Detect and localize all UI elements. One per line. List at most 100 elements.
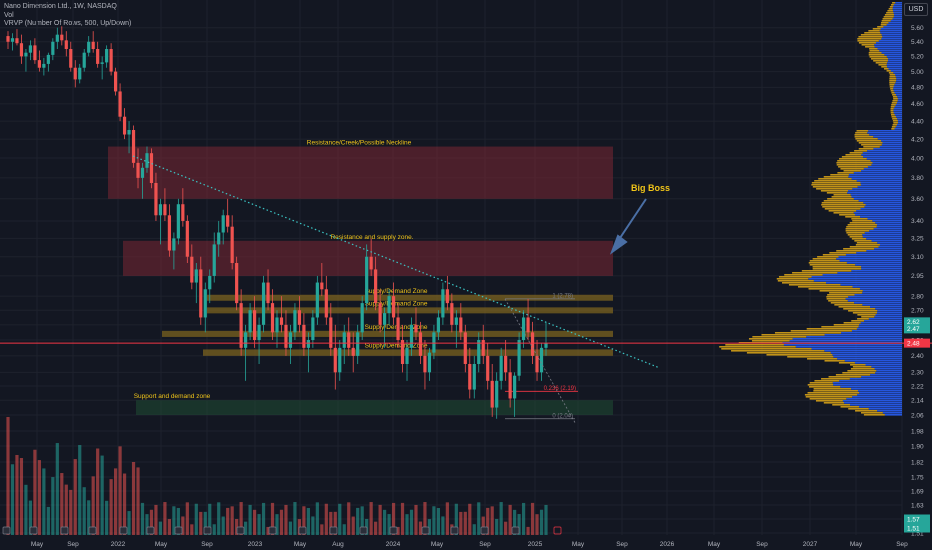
vp-down-bar <box>830 174 849 176</box>
vp-down-bar <box>852 366 872 368</box>
candle-body <box>495 380 499 408</box>
candles <box>6 26 548 419</box>
earnings-marker[interactable] <box>203 526 212 535</box>
volume-bar <box>37 460 41 535</box>
x-tick-label: Sep <box>756 541 768 548</box>
vp-down-bar <box>854 240 872 242</box>
x-tick-label: May <box>31 541 44 548</box>
earnings-marker[interactable] <box>268 526 277 535</box>
candle-body <box>230 226 234 264</box>
vp-down-bar <box>814 380 840 382</box>
y-tick-label: 1.75 <box>911 474 924 481</box>
candle-body <box>248 310 252 333</box>
zone-rect[interactable] <box>162 330 613 337</box>
earnings-marker[interactable] <box>329 526 338 535</box>
vp-up-bar <box>866 158 902 160</box>
x-tick-label: 2025 <box>528 541 543 548</box>
volume-tag-text: 1.51 <box>907 525 920 532</box>
vp-down-bar <box>890 106 895 108</box>
vp-up-bar <box>853 172 902 174</box>
earnings-marker[interactable] <box>29 526 38 535</box>
vp-up-bar <box>857 394 902 396</box>
earnings-marker[interactable] <box>450 526 459 535</box>
vp-down-bar <box>808 288 860 290</box>
earnings-marker[interactable] <box>480 526 489 535</box>
earnings-marker[interactable] <box>421 526 430 535</box>
earnings-marker[interactable] <box>174 526 183 535</box>
x-tick-label: 2024 <box>386 541 401 548</box>
y-tick-label: 2.06 <box>911 412 924 419</box>
vp-down-bar <box>827 198 854 200</box>
volume-bar <box>60 473 64 535</box>
candle-body <box>504 355 508 373</box>
vp-down-bar <box>777 280 814 282</box>
vp-up-bar <box>867 150 902 152</box>
vp-down-bar <box>822 206 865 208</box>
vp-down-bar <box>871 58 889 60</box>
vp-up-bar <box>874 368 902 370</box>
earnings-marker[interactable] <box>146 526 155 535</box>
vp-down-bar <box>850 368 875 370</box>
candle-body <box>535 355 539 373</box>
vp-down-bar <box>834 304 863 306</box>
vp-down-bar <box>882 18 893 20</box>
vp-up-bar <box>887 66 902 68</box>
vp-down-bar <box>849 152 863 154</box>
y-tick-label: 2.14 <box>911 398 924 405</box>
zone-rect[interactable] <box>136 400 613 415</box>
volume-bar <box>261 502 266 535</box>
time-axis[interactable]: May Sep 2022 May Sep 2023 May Aug 2024 May Sep 2025… <box>31 541 908 548</box>
vp-up-bar <box>852 188 902 190</box>
earnings-marker[interactable] <box>236 526 245 535</box>
y-tick-label: 1.82 <box>911 459 924 466</box>
candle-body <box>347 332 351 348</box>
vp-up-bar <box>863 168 902 170</box>
vp-down-bar <box>888 8 893 10</box>
volume-bar <box>504 521 508 535</box>
candle-body <box>131 129 136 163</box>
candle-body <box>369 256 373 270</box>
vp-up-bar <box>861 170 902 172</box>
vp-up-bar <box>848 174 902 176</box>
earnings-marker[interactable] <box>88 526 97 535</box>
volume-bar <box>409 509 414 535</box>
vp-up-bar <box>839 380 902 382</box>
vp-down-bar <box>884 68 889 70</box>
y-tick-label: 1.69 <box>911 488 924 495</box>
price-chart[interactable]: Resistance/Creek/Possible Neckline Resist… <box>0 0 932 550</box>
vp-down-bar <box>784 274 823 276</box>
earnings-marker[interactable] <box>2 526 11 535</box>
earnings-marker[interactable] <box>359 526 368 535</box>
price-axis[interactable]: 5.60 5.40 5.20 5.00 4.80 4.60 4.40 4.20 4.00 3.80… <box>911 25 924 537</box>
vp-down-bar <box>819 290 863 292</box>
vp-up-bar <box>874 44 902 46</box>
earnings-marker[interactable] <box>298 526 307 535</box>
candle-body <box>244 332 248 348</box>
vp-up-bar <box>870 374 902 376</box>
vp-down-bar <box>833 194 851 196</box>
vp-down-bar <box>891 114 895 116</box>
vp-up-bar <box>856 180 902 182</box>
volume-bar <box>521 502 526 535</box>
vp-down-bar <box>839 214 856 216</box>
earnings-marker[interactable] <box>389 526 398 535</box>
vp-up-bar <box>836 258 902 260</box>
y-tick-label: 2.70 <box>911 308 924 315</box>
vp-up-bar <box>868 130 902 132</box>
zone-rect[interactable] <box>108 146 613 199</box>
vp-up-bar <box>849 378 902 380</box>
vp-down-bar <box>830 302 855 304</box>
volume-bar <box>544 504 548 535</box>
vp-down-bar <box>854 134 870 136</box>
earnings-marker[interactable] <box>60 526 69 535</box>
vp-down-bar <box>824 360 845 362</box>
candle-body <box>154 182 158 216</box>
candle-body <box>378 303 382 325</box>
vp-up-bar <box>877 242 902 244</box>
earnings-marker[interactable] <box>511 526 520 535</box>
vp-up-bar <box>855 214 902 216</box>
volume-bar <box>24 484 28 535</box>
vp-up-bar <box>813 280 902 282</box>
earnings-marker[interactable] <box>119 526 128 535</box>
vp-up-bar <box>847 300 902 302</box>
